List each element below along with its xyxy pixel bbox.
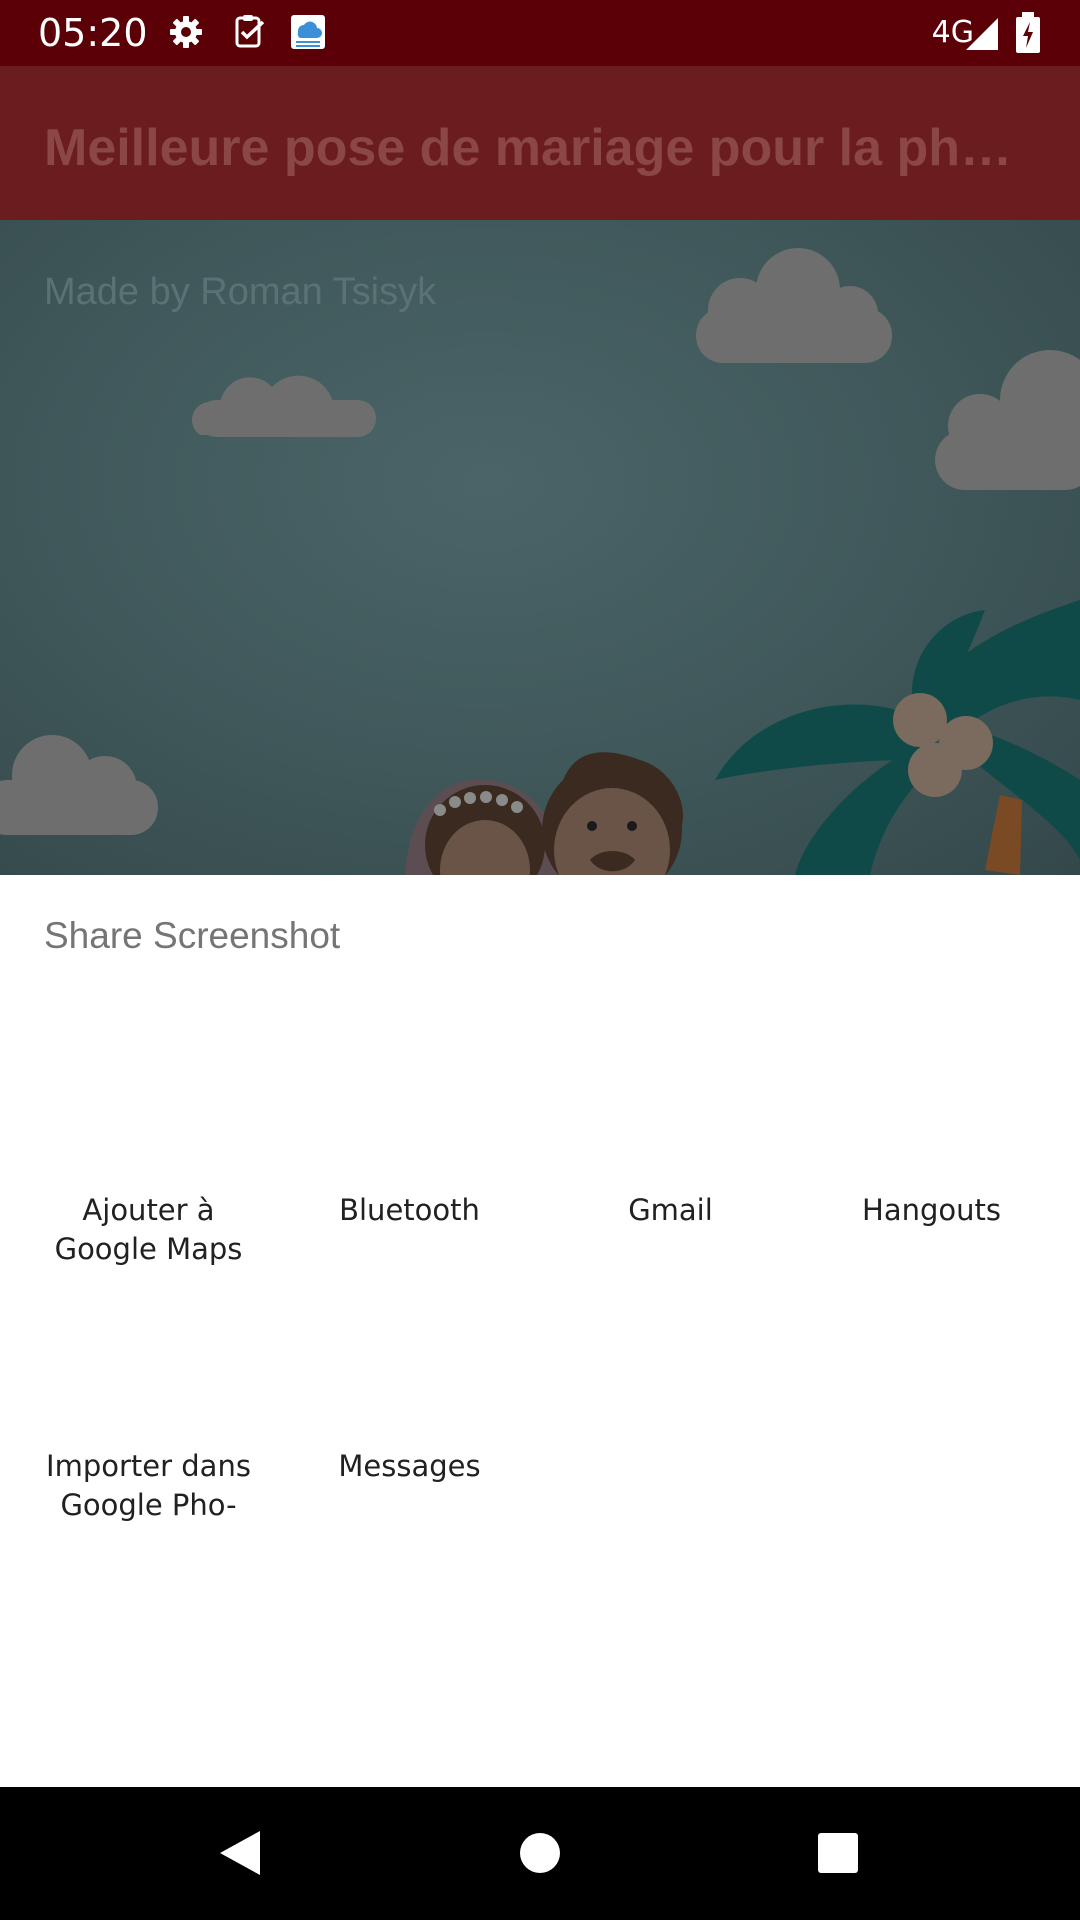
- share-target-label: Importer dans Google Pho-: [18, 1447, 279, 1525]
- share-target-hangouts[interactable]: Hangouts: [801, 1191, 1062, 1421]
- app-title: Meilleure pose de mariage pour la ph…: [44, 119, 1013, 177]
- share-target-label: Bluetooth: [339, 1193, 480, 1227]
- signal-icon: [964, 16, 1000, 52]
- share-target-google-maps[interactable]: Ajouter à Google Maps: [18, 1191, 279, 1421]
- status-time: 05:20: [38, 11, 148, 55]
- share-target-label: Messages: [338, 1449, 481, 1483]
- background-illustration: Made by Roman Tsisyk: [0, 220, 1080, 875]
- share-sheet: Share Screenshot Ajouter à Google Maps B…: [0, 875, 1080, 1787]
- share-target-label: Gmail: [628, 1193, 713, 1227]
- cloud-icon: [191, 375, 376, 437]
- home-icon[interactable]: [500, 1813, 580, 1893]
- share-target-label: Hangouts: [862, 1193, 1001, 1227]
- share-sheet-title: Share Screenshot: [44, 915, 341, 956]
- app-bar: Meilleure pose de mariage pour la ph…: [0, 66, 1080, 220]
- battery-charging-icon: [1014, 12, 1042, 54]
- task-check-icon: [232, 14, 268, 50]
- share-target-gmail[interactable]: Gmail: [540, 1191, 801, 1421]
- share-target-bluetooth[interactable]: Bluetooth: [279, 1191, 540, 1421]
- share-target-label-line1: Ajouter à: [82, 1193, 215, 1227]
- cloud-app-icon: [290, 14, 326, 50]
- scene-artwork: [0, 248, 1080, 875]
- recents-icon[interactable]: [798, 1813, 878, 1893]
- share-target-label-line1: Importer dans: [46, 1449, 251, 1483]
- share-target-label-line2: Google Maps: [54, 1232, 243, 1266]
- navigation-bar: [0, 1787, 1080, 1920]
- status-bar: 05:20 4G: [0, 0, 1080, 66]
- couple-illustration: [405, 752, 684, 875]
- settings-gear-icon: [168, 14, 204, 50]
- back-icon[interactable]: [200, 1813, 280, 1893]
- share-target-label-line2: Google Pho-: [60, 1488, 237, 1522]
- made-by-credit: Made by Roman Tsisyk: [44, 271, 437, 313]
- share-target-google-photos[interactable]: Importer dans Google Pho-: [18, 1447, 279, 1677]
- share-target-label: Ajouter à Google Maps: [18, 1191, 279, 1269]
- palm-tree-icon: [715, 600, 1080, 875]
- share-target-messages[interactable]: Messages: [279, 1447, 540, 1677]
